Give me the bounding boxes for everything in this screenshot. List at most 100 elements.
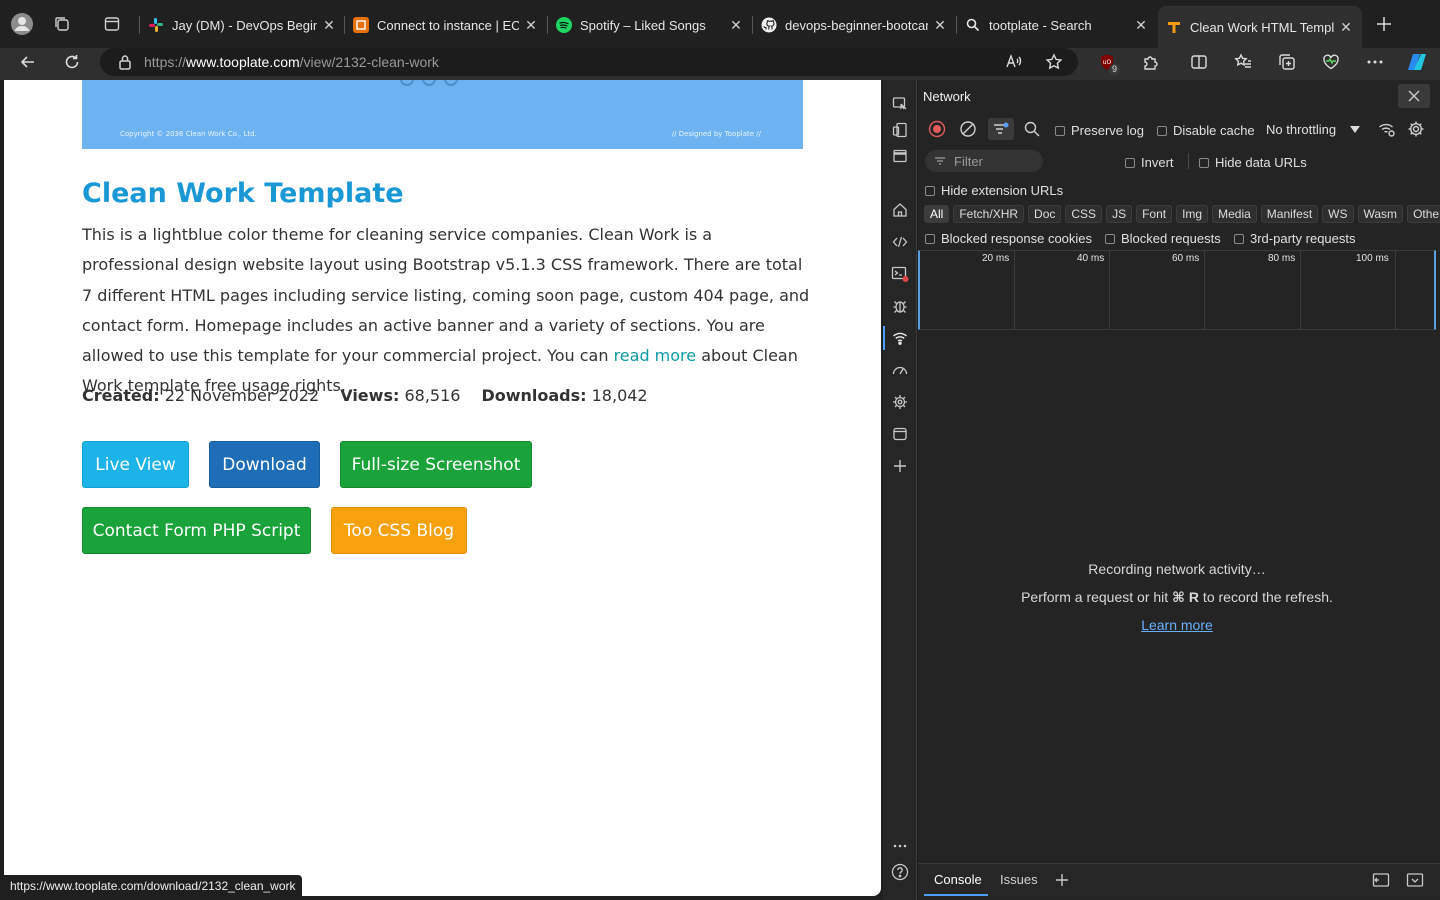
- dock-side-icon[interactable]: [888, 144, 912, 168]
- close-tab-icon[interactable]: ✕: [321, 17, 337, 33]
- tab-slack[interactable]: Jay (DM) - DevOps Beginners Hub ✕: [140, 8, 345, 42]
- panel-title: Network: [923, 89, 971, 104]
- throttling-select[interactable]: No throttling: [1266, 122, 1361, 137]
- close-tab-icon[interactable]: ✕: [1133, 17, 1149, 33]
- too-css-blog-button[interactable]: Too CSS Blog: [331, 507, 467, 554]
- active-panel-indicator: [883, 326, 885, 350]
- lock-icon[interactable]: [118, 54, 132, 70]
- hide-extension-urls-checkbox[interactable]: Hide extension URLs: [925, 183, 1063, 198]
- download-button[interactable]: Download: [209, 441, 320, 488]
- workspaces-icon[interactable]: [48, 10, 76, 38]
- copilot-icon[interactable]: [1402, 48, 1432, 76]
- invert-checkbox[interactable]: Invert: [1125, 155, 1174, 170]
- new-tab-icon[interactable]: [1370, 10, 1398, 38]
- record-stop-icon[interactable]: [928, 120, 946, 138]
- extensions-puzzle-icon[interactable]: [1136, 48, 1166, 76]
- close-panel-icon[interactable]: [1398, 84, 1430, 108]
- learn-more-link[interactable]: Learn more: [1141, 617, 1213, 633]
- close-tab-icon[interactable]: ✕: [1338, 19, 1354, 35]
- filter-css[interactable]: CSS: [1065, 205, 1103, 223]
- network-conditions-icon[interactable]: [1378, 120, 1396, 138]
- drawer-tab-console[interactable]: Console: [934, 872, 982, 887]
- tab-spotify[interactable]: Spotify – Liked Songs ✕: [548, 8, 752, 42]
- elements-code-icon[interactable]: [888, 230, 912, 254]
- back-icon[interactable]: [12, 48, 44, 76]
- split-screen-icon[interactable]: [1184, 48, 1214, 76]
- close-tab-icon[interactable]: ✕: [728, 17, 744, 33]
- filter-wasm[interactable]: Wasm: [1357, 205, 1404, 223]
- console-icon[interactable]: [888, 262, 912, 286]
- timeline-gridline: [1300, 251, 1301, 329]
- settings-gear-icon[interactable]: [1407, 120, 1425, 138]
- address-bar[interactable]: https://www.tooplate.com/view/2132-clean…: [100, 48, 1078, 76]
- tab-title: tootplate - Search: [989, 17, 1092, 33]
- preserve-log-checkbox[interactable]: Preserve log: [1055, 123, 1144, 138]
- close-tab-icon[interactable]: ✕: [523, 17, 539, 33]
- memory-chip-icon[interactable]: [888, 390, 912, 414]
- tab-title: Connect to instance | EC2: [377, 17, 519, 33]
- performance-gauge-icon[interactable]: [888, 358, 912, 382]
- filter-fetch-xhr[interactable]: Fetch/XHR: [953, 205, 1025, 223]
- read-more-link[interactable]: read more: [614, 346, 697, 365]
- tab-clean-work[interactable]: Clean Work HTML Template ✕: [1158, 6, 1362, 48]
- slack-icon: [148, 17, 164, 33]
- tab-github[interactable]: devops-beginner-bootcamp ✕: [753, 8, 956, 42]
- welcome-home-icon[interactable]: [888, 198, 912, 222]
- timeline-tick-label: 40 ms: [1077, 253, 1105, 264]
- filter-font[interactable]: Font: [1136, 205, 1173, 223]
- tab-search[interactable]: tootplate - Search ✕: [957, 8, 1157, 42]
- full-size-screenshot-button[interactable]: Full-size Screenshot: [340, 441, 532, 488]
- sources-bug-icon[interactable]: [888, 294, 912, 318]
- filter-img[interactable]: Img: [1176, 205, 1209, 223]
- application-icon[interactable]: [888, 422, 912, 446]
- filter-ws[interactable]: WS: [1322, 205, 1354, 223]
- favorite-star-icon[interactable]: [1039, 48, 1069, 76]
- profile-avatar-icon[interactable]: [8, 10, 36, 38]
- inspect-element-icon[interactable]: [888, 92, 912, 116]
- filter-manifest[interactable]: Manifest: [1260, 205, 1319, 223]
- filter-toggle-icon[interactable]: [988, 118, 1014, 140]
- help-icon[interactable]: [888, 860, 912, 884]
- filter-js[interactable]: JS: [1106, 205, 1133, 223]
- filter-all[interactable]: All: [924, 205, 950, 223]
- activity-more-icon[interactable]: [888, 834, 912, 858]
- dock-drawer-icon[interactable]: [1371, 870, 1391, 890]
- filter-media[interactable]: Media: [1212, 205, 1257, 223]
- third-party-requests-checkbox[interactable]: 3rd-party requests: [1234, 231, 1356, 246]
- blocked-requests-checkbox[interactable]: Blocked requests: [1105, 231, 1221, 246]
- spotify-icon: [556, 17, 572, 33]
- disable-cache-checkbox[interactable]: Disable cache: [1157, 123, 1255, 138]
- perform-request-message: Perform a request or hit ⌘ R to record t…: [1021, 589, 1333, 605]
- browser-essentials-icon[interactable]: [1316, 48, 1346, 76]
- search-icon[interactable]: [1023, 120, 1041, 138]
- network-overview-timeline[interactable]: 20 ms 40 ms 60 ms 80 ms 100 ms: [918, 250, 1436, 330]
- more-menu-icon[interactable]: [1360, 48, 1390, 76]
- contact-form-php-button[interactable]: Contact Form PHP Script: [82, 507, 311, 554]
- url-scheme: https://: [144, 54, 187, 70]
- timeline-gridline: [1109, 251, 1110, 329]
- tab-ec2[interactable]: Connect to instance | EC2 ✕: [345, 8, 547, 42]
- filter-input[interactable]: Filter: [925, 150, 1043, 172]
- ublock-extension-icon[interactable]: uO 9: [1092, 48, 1122, 76]
- close-drawer-icon[interactable]: [1405, 870, 1425, 890]
- add-drawer-tab-icon[interactable]: [1052, 870, 1072, 890]
- close-tab-icon[interactable]: ✕: [932, 17, 948, 33]
- read-aloud-icon[interactable]: [999, 48, 1029, 76]
- favorites-bar-icon[interactable]: [1228, 48, 1258, 76]
- more-tools-plus-icon[interactable]: [888, 454, 912, 478]
- shortcut-key: ⌘ R: [1172, 589, 1200, 605]
- resource-type-filters: All Fetch/XHR Doc CSS JS Font Img Media …: [924, 205, 1440, 223]
- live-view-button[interactable]: Live View: [82, 441, 189, 488]
- tab-actions-icon[interactable]: [98, 10, 126, 38]
- blocked-response-cookies-checkbox[interactable]: Blocked response cookies: [925, 231, 1092, 246]
- refresh-icon[interactable]: [56, 48, 88, 76]
- network-wifi-icon[interactable]: [888, 326, 912, 350]
- hide-data-urls-checkbox[interactable]: Hide data URLs: [1199, 155, 1307, 170]
- collections-icon[interactable]: [1272, 48, 1302, 76]
- filter-other[interactable]: Other: [1407, 205, 1440, 223]
- template-preview-image[interactable]: Copyright © 2036 Clean Work Co., Ltd. //…: [82, 80, 803, 149]
- clear-log-icon[interactable]: [959, 120, 977, 138]
- drawer-tab-issues[interactable]: Issues: [1000, 872, 1038, 887]
- filter-doc[interactable]: Doc: [1028, 205, 1062, 223]
- device-emulation-icon[interactable]: [888, 118, 912, 142]
